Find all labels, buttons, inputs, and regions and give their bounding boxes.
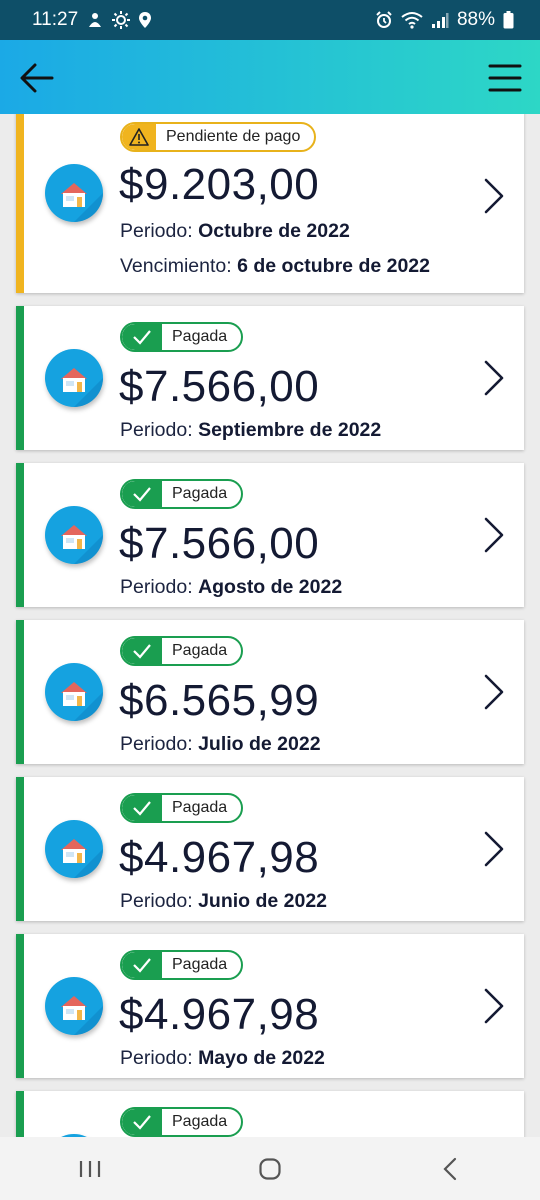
invoice-amount: $9.203,00	[119, 160, 320, 209]
status-stripe	[16, 306, 24, 450]
invoice-card[interactable]: Pendiente de pago $9.203,00 Periodo: Oct…	[16, 114, 524, 293]
status-badge: Pagada	[120, 479, 244, 509]
chevron-right-icon[interactable]	[482, 515, 506, 555]
house-icon	[45, 164, 103, 222]
chevron-right-icon[interactable]	[482, 672, 506, 712]
home-icon	[259, 1157, 281, 1180]
chevron-right-icon[interactable]	[482, 176, 506, 216]
period-value: Septiembre de 2022	[198, 419, 382, 441]
invoice-period: Periodo: Octubre de 2022	[120, 220, 350, 243]
status-badge: Pendiente de pago	[120, 122, 317, 152]
status-stripe	[16, 114, 24, 293]
status-badge: Pagada	[120, 1107, 244, 1137]
status-badge: Pagada	[120, 950, 244, 980]
recent-apps-icon	[79, 1160, 101, 1177]
status-stripe	[16, 777, 24, 921]
invoice-period: Periodo: Agosto de 2022	[120, 576, 342, 599]
invoice-amount: $6.565,99	[119, 676, 320, 725]
status-bar: 11:27 88%	[0, 0, 540, 40]
period-value: Mayo de 2022	[198, 1047, 325, 1069]
home-button[interactable]	[240, 1149, 300, 1189]
due-value: 6 de octubre de 2022	[237, 255, 430, 277]
invoice-amount: $7.566,00	[119, 519, 320, 568]
period-value: Junio de 2022	[198, 890, 328, 912]
check-icon	[122, 638, 162, 664]
status-label: Pagada	[172, 1113, 228, 1130]
warning-icon	[122, 124, 156, 150]
check-icon	[122, 795, 162, 821]
house-icon	[45, 663, 103, 721]
due-label: Vencimiento:	[120, 255, 238, 277]
invoice-card[interactable]: Pagada $7.566,00 Periodo: Septiembre de …	[16, 306, 524, 450]
house-icon	[45, 349, 103, 407]
chevron-right-icon[interactable]	[482, 986, 506, 1026]
arrow-left-icon	[20, 63, 54, 93]
invoice-amount: $4.967,98	[119, 990, 320, 1039]
invoice-list[interactable]: Pendiente de pago $9.203,00 Periodo: Oct…	[0, 114, 540, 1137]
status-badge: Pagada	[120, 322, 244, 352]
invoice-period: Periodo: Mayo de 2022	[120, 1047, 325, 1070]
brightness-icon	[112, 11, 131, 29]
menu-button[interactable]	[482, 55, 528, 101]
status-label: Pagada	[172, 642, 228, 659]
system-nav-bar	[0, 1137, 540, 1200]
invoice-due-date: Vencimiento: 6 de octubre de 2022	[120, 255, 430, 278]
status-label: Pagada	[172, 799, 228, 816]
battery-percent: 88%	[456, 9, 495, 30]
period-value: Julio de 2022	[198, 733, 321, 755]
status-label: Pendiente de pago	[166, 128, 301, 145]
invoice-amount: $4.967,98	[119, 833, 320, 882]
recent-apps-button[interactable]	[60, 1149, 120, 1189]
back-button[interactable]	[14, 55, 60, 101]
wifi-icon	[401, 11, 423, 29]
invoice-card[interactable]: Pagada	[16, 1091, 524, 1137]
house-icon	[45, 977, 103, 1035]
check-icon	[122, 481, 162, 507]
status-stripe	[16, 934, 24, 1078]
period-value: Agosto de 2022	[198, 576, 343, 598]
chevron-right-icon[interactable]	[482, 358, 506, 398]
notification-icon	[86, 11, 104, 29]
period-label: Periodo:	[120, 576, 199, 598]
period-value: Octubre de 2022	[198, 220, 350, 242]
status-stripe	[16, 1091, 24, 1137]
back-icon	[443, 1157, 457, 1180]
invoice-card[interactable]: Pagada $4.967,98 Periodo: Mayo de 2022	[16, 934, 524, 1078]
check-icon	[122, 324, 162, 350]
status-stripe	[16, 620, 24, 764]
invoice-card[interactable]: Pagada $6.565,99 Periodo: Julio de 2022	[16, 620, 524, 764]
status-label: Pagada	[172, 485, 228, 502]
app-bar	[0, 40, 540, 114]
hamburger-menu-icon	[488, 64, 522, 92]
invoice-period: Periodo: Julio de 2022	[120, 733, 321, 756]
house-icon	[45, 506, 103, 564]
clock: 11:27	[32, 9, 79, 30]
location-icon	[138, 11, 152, 29]
period-label: Periodo:	[120, 220, 199, 242]
invoice-card[interactable]: Pagada $4.967,98 Periodo: Junio de 2022	[16, 777, 524, 921]
check-icon	[122, 1109, 162, 1135]
invoice-amount: $7.566,00	[119, 362, 320, 411]
period-label: Periodo:	[120, 419, 199, 441]
system-back-button[interactable]	[420, 1149, 480, 1189]
signal-icon	[431, 11, 449, 29]
battery-icon	[503, 11, 514, 29]
alarm-icon	[375, 11, 393, 29]
house-icon	[45, 820, 103, 878]
status-stripe	[16, 463, 24, 607]
status-badge: Pagada	[120, 793, 244, 823]
status-label: Pagada	[172, 328, 228, 345]
period-label: Periodo:	[120, 890, 199, 912]
invoice-period: Periodo: Junio de 2022	[120, 890, 327, 913]
status-label: Pagada	[172, 956, 228, 973]
check-icon	[122, 952, 162, 978]
status-badge: Pagada	[120, 636, 244, 666]
invoice-period: Periodo: Septiembre de 2022	[120, 419, 381, 442]
chevron-right-icon[interactable]	[482, 829, 506, 869]
period-label: Periodo:	[120, 733, 199, 755]
invoice-card[interactable]: Pagada $7.566,00 Periodo: Agosto de 2022	[16, 463, 524, 607]
period-label: Periodo:	[120, 1047, 199, 1069]
